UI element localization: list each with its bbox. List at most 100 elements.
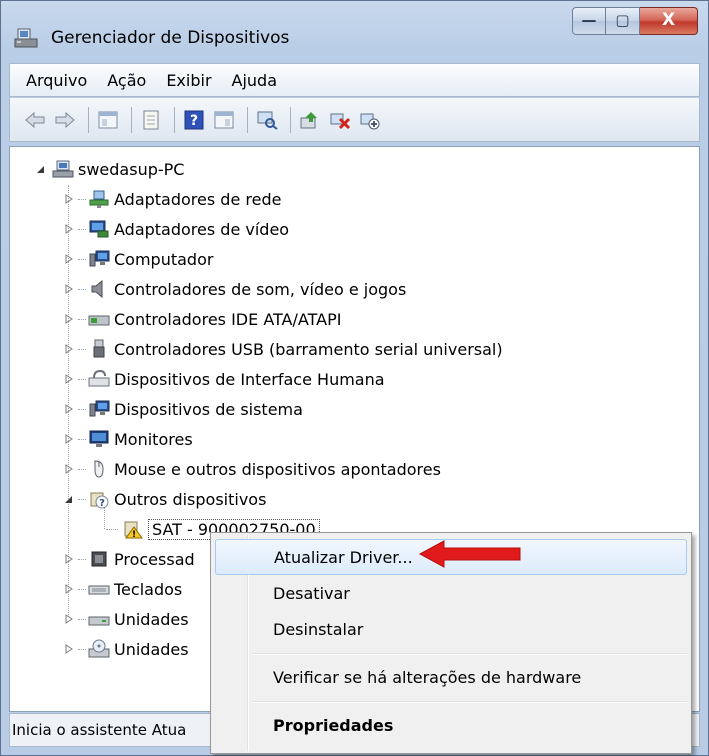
close-icon: X [661, 10, 676, 30]
collapsed-triangle-icon [65, 314, 73, 324]
svg-text:?: ? [99, 498, 105, 509]
menu-item-label: Propriedades [273, 715, 394, 735]
tree-connector [78, 618, 86, 620]
menu-item-properties[interactable]: Propriedades [215, 707, 687, 743]
back-button[interactable] [22, 107, 48, 133]
menu-item-label: Verificar se há alterações de hardware [273, 667, 582, 687]
usb-plug-icon [93, 339, 105, 358]
tree-item-controladores-usb[interactable]: Controladores USB (barramento serial uni… [64, 335, 503, 363]
tree-connector [78, 498, 86, 500]
status-text: Inicia o assistente Atua [12, 721, 187, 739]
tree-item-label: Controladores de som, vídeo e jogos [114, 279, 407, 299]
tree-item-controladores-ide[interactable]: Controladores IDE ATA/ATAPI [64, 305, 341, 333]
scan-hardware-icon [257, 111, 278, 130]
expanded-triangle-icon [65, 496, 72, 503]
red-arrow-icon [418, 540, 521, 568]
back-arrow-icon [25, 111, 45, 128]
title-bar[interactable]: Gerenciador de Dispositivos — ▢ X [1, 1, 708, 61]
collapsed-triangle-icon [65, 224, 73, 234]
properties-icon [143, 110, 159, 129]
dvd-drive-icon [88, 639, 110, 658]
tree-connector [78, 228, 86, 230]
collapsed-triangle-icon [65, 254, 73, 264]
tree-connector [78, 588, 86, 590]
menu-item-label: Desinstalar [273, 619, 364, 639]
action-pane-button[interactable] [211, 107, 237, 133]
properties-button[interactable] [138, 107, 164, 133]
tree-connector [78, 348, 86, 350]
tree-connector [78, 558, 86, 560]
toolbar-separator [174, 106, 175, 133]
menu-exibir[interactable]: Exibir [166, 71, 211, 90]
menu-separator [253, 653, 687, 655]
tree-item-outros-dispositivos[interactable]: ? Outros dispositivos [64, 485, 266, 513]
show-hide-tree-button[interactable] [95, 107, 121, 133]
collapsed-triangle-icon [65, 644, 73, 654]
expanded-triangle-icon [37, 166, 44, 173]
disable-device-button[interactable] [357, 107, 383, 133]
tree-item-label: Processad [114, 549, 195, 569]
tree-item-controladores-som[interactable]: Controladores de som, vídeo e jogos [64, 275, 406, 303]
update-driver-button[interactable] [297, 107, 323, 133]
help-button[interactable]: ? [181, 107, 207, 133]
minimize-icon: — [581, 11, 597, 29]
tree-connector [78, 408, 86, 410]
update-driver-icon [300, 111, 317, 128]
collapsed-triangle-icon [65, 284, 73, 294]
window-title: Gerenciador de Dispositivos [51, 28, 290, 48]
tree-item-adaptadores-rede[interactable]: Adaptadores de rede [64, 185, 281, 213]
help-icon: ? [184, 110, 204, 129]
uninstall-device-button[interactable] [327, 107, 353, 133]
caption-buttons: — ▢ X [572, 7, 698, 37]
scan-hardware-button[interactable] [254, 107, 280, 133]
tree-item-label: Unidades [114, 639, 189, 659]
tree-item-label: Teclados [114, 579, 183, 599]
tree-item-label: Outros dispositivos [114, 489, 267, 509]
display-adapter-icon [89, 220, 109, 238]
tree-item-label: Monitores [114, 429, 193, 449]
collapsed-triangle-icon [65, 434, 73, 444]
device-manager-icon [14, 28, 38, 48]
tree-item-mouse[interactable]: Mouse e outros dispositivos apontadores [64, 455, 441, 483]
human-interface-icon [88, 369, 110, 387]
processor-icon [91, 551, 107, 567]
menu-ajuda[interactable]: Ajuda [232, 71, 278, 90]
disk-drive-icon [88, 616, 110, 626]
tree-item-label: Controladores IDE ATA/ATAPI [114, 309, 342, 329]
ide-controller-icon [88, 315, 110, 326]
tree-item-computador[interactable]: Computador [64, 245, 213, 273]
menu-item-label: Atualizar Driver... [274, 547, 413, 567]
tree-item-monitores[interactable]: Monitores [64, 425, 193, 453]
tree-item-dispositivos-sistema[interactable]: Dispositivos de sistema [64, 395, 303, 423]
tree-item-processadores[interactable]: Processad [64, 545, 195, 573]
show-hide-tree-icon [98, 111, 118, 128]
collapsed-triangle-icon [65, 464, 73, 474]
toolbar-separator [131, 106, 132, 133]
collapsed-triangle-icon [65, 344, 73, 354]
tree-connector [106, 528, 118, 530]
tree-item-interface-humana[interactable]: Dispositivos de Interface Humana [64, 365, 385, 393]
close-button[interactable]: X [640, 7, 698, 35]
menu-acao[interactable]: Ação [107, 71, 146, 90]
tree-item-teclados[interactable]: Teclados [64, 575, 182, 603]
disable-device-icon [360, 113, 380, 129]
tree-item-unidades-2[interactable]: Unidades [64, 635, 189, 663]
collapsed-triangle-icon [65, 584, 73, 594]
menu-item-scan-hardware[interactable]: Verificar se há alterações de hardware [215, 659, 687, 695]
tree-item-unidades-1[interactable]: Unidades [64, 605, 189, 633]
toolbar: ? [9, 98, 700, 142]
network-adapter-icon [89, 190, 109, 208]
tree-root[interactable]: swedasup-PC [36, 155, 184, 183]
menu-arquivo[interactable]: Arquivo [26, 71, 87, 90]
monitor-icon [89, 430, 109, 447]
tree-item-label: Dispositivos de Interface Humana [114, 369, 385, 389]
minimize-button[interactable]: — [572, 7, 606, 35]
maximize-button[interactable]: ▢ [606, 7, 640, 35]
tree-item-label: Adaptadores de vídeo [114, 219, 290, 239]
keyboard-icon [88, 585, 110, 595]
menu-item-disable[interactable]: Desativar [215, 575, 687, 611]
tree-item-adaptadores-video[interactable]: Adaptadores de vídeo [64, 215, 289, 243]
forward-button[interactable] [52, 107, 78, 133]
root-label: swedasup-PC [78, 159, 185, 179]
menu-item-uninstall[interactable]: Desinstalar [215, 611, 687, 647]
